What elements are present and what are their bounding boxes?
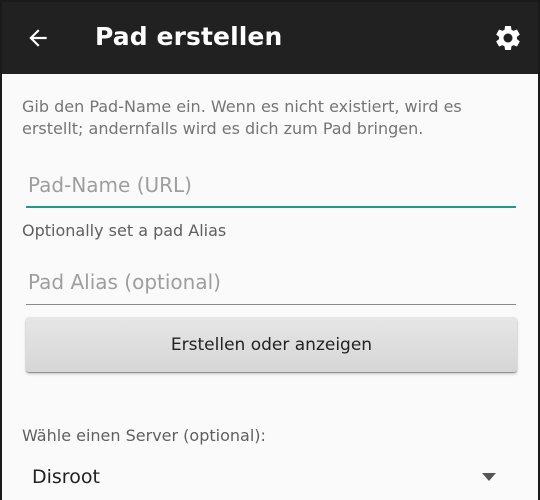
gear-icon [496,25,520,50]
pad-name-underline [26,206,516,208]
arrow-back-icon [29,29,47,47]
server-select[interactable]: Disroot [22,456,512,500]
create-or-open-button[interactable]: Erstellen oder anzeigen [26,317,517,372]
intro-text: Gib den Pad-Name ein. Wenn es nicht exis… [22,97,462,138]
alias-hint: Optionally set a pad Alias [22,221,227,240]
server-label: Wähle einen Server (optional): [22,426,266,445]
settings-button[interactable] [486,16,530,60]
pad-name-input[interactable] [26,162,516,208]
pad-alias-input[interactable] [26,259,516,305]
pad-name-field[interactable] [26,162,516,208]
back-button[interactable] [16,16,60,60]
page-title: Pad erstellen [95,22,283,51]
app-bar: Pad erstellen [2,2,538,74]
app-screen: Pad erstellen Gib den Pad-Name ein. Wenn… [0,0,540,500]
pad-alias-underline [26,304,516,305]
dropdown-caret-icon [482,473,496,481]
pad-alias-field[interactable] [26,259,516,305]
server-selected-value: Disroot [32,466,100,488]
